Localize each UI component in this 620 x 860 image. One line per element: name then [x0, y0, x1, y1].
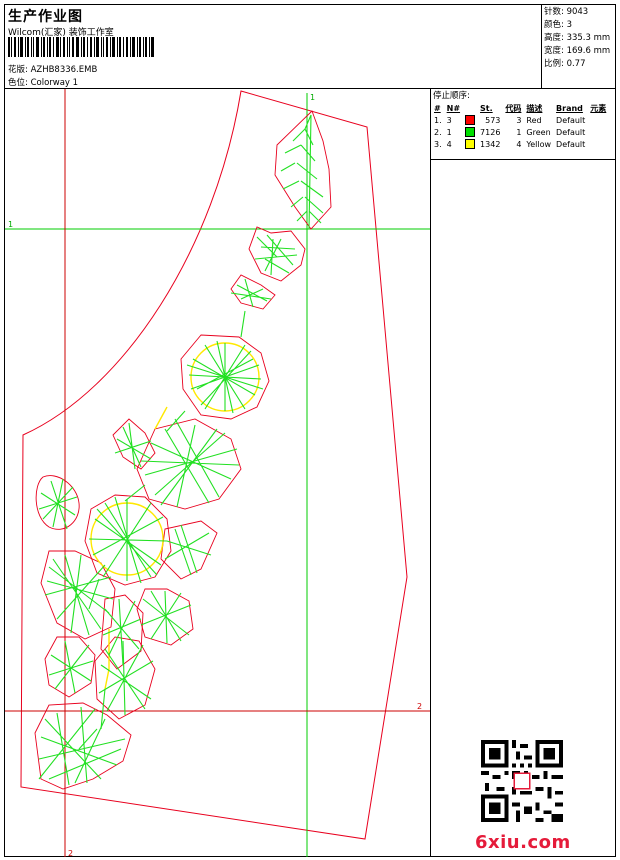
row-stitches: 573 [485, 115, 501, 125]
watermark: 6xiu.com [475, 832, 571, 853]
guide-label-1-top: 1 [310, 93, 315, 102]
table-row: 3. 4 1342 4 Yellow Default [432, 138, 609, 150]
colorway: 色位: Colorway 1 [8, 78, 79, 88]
col-brand: Brand [556, 103, 583, 113]
stitch-count: 针数: 9043 [544, 7, 589, 17]
stitch-small-flower [140, 590, 192, 644]
col-index: # [434, 103, 441, 113]
row-description: Red [526, 115, 542, 125]
row-index: 3. [434, 139, 442, 149]
divider [431, 159, 616, 160]
row-stitches: 1342 [480, 139, 501, 149]
row-needle: 4 [446, 139, 452, 149]
row-needle: 3 [446, 115, 452, 125]
stitch-leaf3 [230, 278, 272, 308]
stitch-top-leaf [280, 114, 324, 230]
guide-label-2-right: 2 [417, 702, 422, 711]
row-brand: Default [556, 115, 586, 125]
row-element [588, 138, 609, 150]
header-panel: 生产作业图 Wilcom(汇家) 装饰工作室 花版: AZHB8336.EMB … [5, 5, 542, 89]
garment-outline [20, 90, 408, 840]
stitch-right-leaf [164, 524, 212, 576]
col-swatch [463, 102, 478, 114]
col-code: 代码 [505, 103, 522, 113]
barcode-icon [8, 37, 154, 57]
stitch-leaf2 [254, 234, 298, 276]
embroidery-preview: 1 1 2 2 [5, 89, 430, 857]
col-element: 元素 [590, 103, 607, 113]
row-brand: Default [556, 139, 586, 149]
color-swatch [465, 115, 476, 125]
design-width: 宽度: 169.6 mm [544, 46, 611, 56]
design-preview: 1 1 2 2 [5, 89, 431, 857]
stop-sequence-panel: 停止顺序: # N# St. 代码 描述 Brand 元素 1. 3 573 3 Red… [431, 89, 616, 857]
qr-logo-stamp [513, 772, 531, 790]
motif-center-leaf-outline [100, 594, 144, 670]
stats-panel: 针数: 9043 颜色: 3 高度: 335.3 mm 宽度: 169.6 mm… [542, 5, 616, 89]
row-swatch [463, 138, 478, 150]
row-swatch [463, 114, 478, 126]
row-description: Yellow [526, 139, 552, 149]
stop-sequence-title: 停止顺序: [433, 91, 470, 101]
stitch-flower-top [186, 340, 264, 414]
motif-leaf3-outline [230, 274, 276, 310]
design-height: 高度: 335.3 mm [544, 33, 611, 43]
motif-bottom-outline [34, 702, 132, 790]
row-brand: Default [556, 127, 586, 137]
design-scale: 比例: 0.77 [544, 59, 586, 69]
col-needle: N# [446, 103, 461, 113]
page-title: 生产作业图 [8, 9, 83, 25]
col-description: 描述 [526, 103, 543, 113]
row-code: 1 [516, 127, 522, 137]
table-row: 1. 3 573 3 Red Default [432, 114, 609, 126]
production-sheet: 生产作业图 Wilcom(汇家) 装饰工作室 花版: AZHB8336.EMB … [4, 4, 616, 857]
table-header-row: # N# St. 代码 描述 Brand 元素 [432, 102, 609, 114]
row-index: 1. [434, 115, 442, 125]
color-swatch [465, 127, 476, 137]
stop-sequence-table: # N# St. 代码 描述 Brand 元素 1. 3 573 3 Red Defaul… [432, 102, 609, 150]
stitch-left-leaf [114, 422, 152, 470]
row-description: Green [526, 127, 551, 137]
color-swatch [465, 139, 476, 149]
row-index: 2. [434, 127, 442, 137]
design-file: 花版: AZHB8336.EMB [8, 65, 98, 75]
guide-label-1-left: 1 [8, 220, 13, 229]
row-swatch [463, 126, 478, 138]
color-count: 颜色: 3 [544, 20, 572, 30]
motif-leaf2-outline [248, 226, 306, 282]
col-stitches: St. [480, 103, 493, 113]
row-element [588, 126, 609, 138]
stitch-mid-cluster [140, 418, 240, 508]
row-stitches: 7126 [480, 127, 501, 137]
qr-code-icon [481, 740, 563, 822]
guide-label-2-bottom: 2 [68, 849, 73, 857]
row-element [588, 114, 609, 126]
stitch-lower-left [48, 640, 94, 694]
row-code: 3 [516, 115, 522, 125]
table-row: 2. 1 7126 1 Green Default [432, 126, 609, 138]
row-code: 4 [516, 139, 522, 149]
row-needle: 1 [446, 127, 452, 137]
